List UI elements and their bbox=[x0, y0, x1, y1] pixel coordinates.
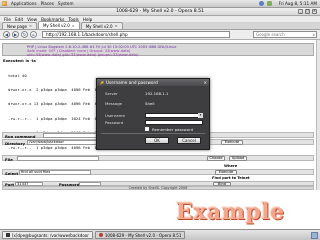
search-input[interactable]: Google search ⌕ bbox=[253, 31, 317, 38]
menu-view[interactable]: View bbox=[27, 17, 37, 22]
search-placeholder: Google search bbox=[256, 32, 285, 37]
taskbar-item-opera[interactable]: 1008-629 - My Shell v2.0 - Opera 8.51 bbox=[94, 231, 186, 239]
run-command-label: Run command bbox=[5, 133, 36, 139]
close-tab-icon[interactable]: × bbox=[72, 24, 75, 28]
minimize-icon[interactable]: _ bbox=[298, 9, 303, 14]
back-icon[interactable]: ◀ bbox=[3, 31, 10, 38]
tab-label: New page bbox=[7, 23, 27, 29]
workspace-switcher-icon[interactable] bbox=[311, 231, 318, 239]
upload-button[interactable]: Upload bbox=[229, 156, 247, 161]
tab-bar: New page × My Shell v2.0 × My Shell v2.0… bbox=[0, 21, 320, 30]
gnome-foot-icon[interactable] bbox=[2, 1, 7, 6]
remember-password-label: Remember password bbox=[152, 126, 194, 132]
terminal-icon bbox=[6, 233, 10, 237]
find-port-label: Find port to Telnet bbox=[212, 175, 250, 180]
username-label: Username bbox=[105, 113, 125, 118]
execute-button[interactable]: Execute bbox=[221, 140, 243, 145]
executed-command-label: Executed: ls -la bbox=[3, 58, 36, 63]
home-icon[interactable]: ⌂ bbox=[30, 31, 37, 38]
select-dropdown[interactable]: find all suid files bbox=[19, 170, 91, 175]
dialog-divider bbox=[101, 133, 205, 134]
network-icon[interactable] bbox=[258, 1, 264, 6]
password-input[interactable] bbox=[145, 120, 203, 125]
forward-icon[interactable]: ▶ bbox=[12, 31, 19, 38]
message-label: Message bbox=[105, 101, 123, 106]
directory-input[interactable]: /var/www/backdoor bbox=[27, 140, 99, 145]
window-titlebar[interactable]: 1008-629 - My Shell v2.0 - Opera 8.51 _ … bbox=[0, 8, 320, 16]
window-controls: _ □ × bbox=[298, 9, 317, 14]
cancel-button[interactable]: Cancel bbox=[177, 137, 201, 144]
window-title: 1008-629 - My Shell v2.0 - Opera 8.51 bbox=[116, 9, 204, 14]
tab-shell-active[interactable]: My Shell v2.0 × bbox=[37, 21, 80, 29]
address-input[interactable]: http://192.168.1.1/backdoors/shell.php bbox=[42, 31, 230, 38]
chevron-down-icon[interactable]: ▾ bbox=[198, 113, 203, 118]
dialog-titlebar[interactable]: 🔑 Username and password × bbox=[97, 79, 209, 86]
choose-button[interactable]: Choose bbox=[207, 156, 225, 161]
file-upload-row: File Choose Upload bbox=[2, 155, 314, 162]
server-value: 192.168.1.1 bbox=[145, 91, 169, 96]
taskbar-label: 1008-629 - My Shell v2.0 - Opera 8.51 bbox=[104, 232, 182, 238]
bottom-taskbar: [x]dpe@bugsants: /var/www/backdoor 1008-… bbox=[0, 229, 320, 240]
reload-icon[interactable]: ↻ bbox=[21, 31, 28, 38]
example-watermark: Example bbox=[176, 199, 285, 225]
file-label: File bbox=[5, 156, 13, 162]
menu-file[interactable]: File bbox=[4, 17, 11, 22]
message-value: Shell bbox=[145, 101, 155, 106]
volume-icon[interactable] bbox=[266, 1, 272, 6]
menu-places[interactable]: Places bbox=[41, 1, 54, 6]
where-label: Where bbox=[224, 164, 238, 168]
execute-select-button[interactable]: Execute bbox=[215, 170, 237, 175]
close-tab-icon[interactable]: × bbox=[115, 24, 118, 28]
menu-applications[interactable]: Applications bbox=[11, 1, 37, 6]
key-icon: 🔑 bbox=[100, 80, 104, 85]
page-content: PHP | Linux Bugstein 2.6.10-2-486 #1 Fri… bbox=[0, 40, 320, 190]
username-input[interactable] bbox=[145, 113, 203, 118]
password-label: Password bbox=[105, 120, 124, 125]
ok-button[interactable]: OK bbox=[145, 137, 169, 144]
taskbar-item-terminal[interactable]: [x]dpe@bugsants: /var/www/backdoor bbox=[2, 231, 93, 239]
tab-label: My Shell v2.0 bbox=[42, 23, 70, 28]
page-scrollbar[interactable] bbox=[316, 40, 320, 190]
menu-edit[interactable]: Edit bbox=[15, 17, 23, 22]
server-info-box: PHP | Linux Bugstein 2.6.10-2-486 #1 Fri… bbox=[2, 43, 314, 57]
menu-help[interactable]: Help bbox=[83, 17, 93, 22]
page-credit: Created by ShellX. Copyright 2006 bbox=[2, 186, 314, 190]
opera-icon bbox=[98, 233, 103, 237]
tab-new-page[interactable]: New page × bbox=[2, 22, 37, 29]
search-icon[interactable]: ⌕ bbox=[313, 32, 316, 37]
dialog-body: Server 192.168.1.1 Message Shell Usernam… bbox=[97, 86, 209, 151]
tab-label: My Shell v2.0 bbox=[85, 23, 113, 29]
close-icon[interactable]: × bbox=[312, 9, 317, 14]
dialog-title: Username and password bbox=[105, 80, 158, 85]
select-row: Select find all suid files Execute bbox=[2, 169, 314, 176]
directory-label: Directory bbox=[5, 140, 25, 146]
remember-password-checkbox[interactable] bbox=[145, 127, 149, 131]
auth-dialog: 🔑 Username and password × Server 192.168… bbox=[96, 78, 210, 150]
close-tab-icon[interactable]: × bbox=[29, 24, 32, 28]
file-input[interactable] bbox=[17, 156, 99, 161]
maximize-icon[interactable]: □ bbox=[305, 9, 310, 14]
tab-shell[interactable]: My Shell v2.0 × bbox=[80, 22, 123, 29]
server-label: Server bbox=[105, 91, 118, 96]
select-label: Select bbox=[5, 170, 19, 176]
clock[interactable]: Fri Aug 8, 5:11 AM bbox=[279, 1, 317, 6]
taskbar-label: [x]dpe@bugsants: /var/www/backdoor bbox=[12, 232, 89, 238]
command-input[interactable] bbox=[43, 133, 99, 138]
navigation-toolbar: ◀ ▶ ↻ ⌂ http://192.168.1.1/backdoors/she… bbox=[0, 30, 320, 40]
info-line: uid=33(www-data) gid=33(www-data) groups… bbox=[27, 53, 139, 57]
system-panel: Applications Places System Fri Aug 8, 5:… bbox=[0, 0, 320, 8]
menu-system[interactable]: System bbox=[58, 1, 74, 6]
dialog-close-icon[interactable]: × bbox=[203, 80, 207, 85]
system-tray: Fri Aug 8, 5:11 AM bbox=[258, 1, 317, 6]
